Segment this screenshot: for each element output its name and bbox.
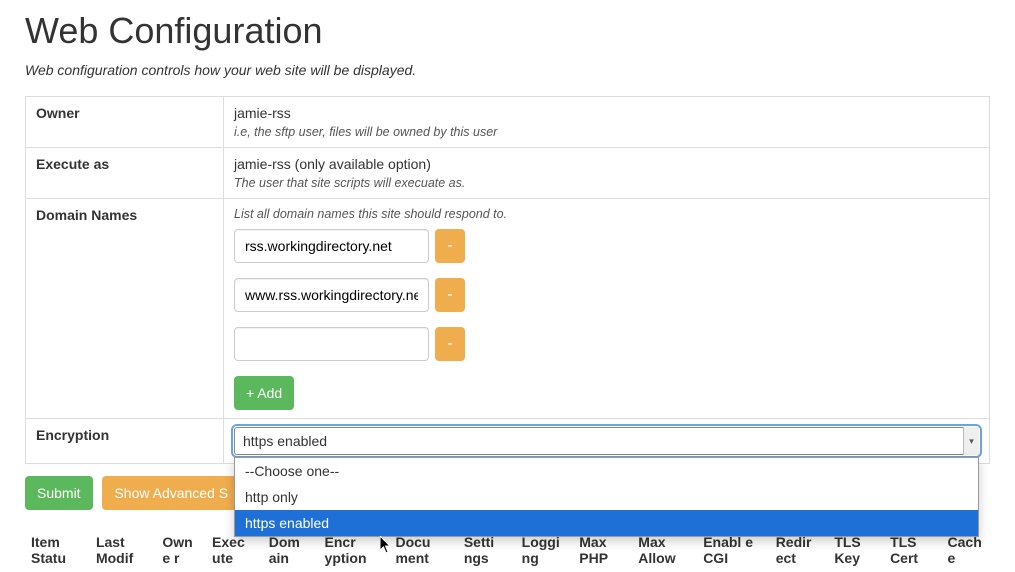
encryption-dropdown: --Choose one-- http only https enabled xyxy=(234,457,979,537)
column-header-2: Owne r xyxy=(156,528,206,572)
encryption-select[interactable]: https enabled ▾ xyxy=(234,427,979,455)
add-domain-button[interactable]: + Add xyxy=(234,376,294,410)
show-advanced-button[interactable]: Show Advanced S xyxy=(102,476,240,510)
domain-input-1[interactable] xyxy=(234,278,429,312)
encryption-option-choose[interactable]: --Choose one-- xyxy=(235,458,978,484)
column-header-1: Last Modif xyxy=(90,528,156,572)
encryption-cell: https enabled ▾ --Choose one-- http only… xyxy=(224,419,990,464)
execute-as-cell: jamie-rss (only available option) The us… xyxy=(224,148,990,199)
encryption-label: Encryption xyxy=(26,419,224,464)
encryption-option-http-only[interactable]: http only xyxy=(235,484,978,510)
column-header-0: Item Statu xyxy=(25,528,90,572)
domains-label: Domain Names xyxy=(26,199,224,419)
page-subtitle: Web configuration controls how your web … xyxy=(25,62,990,78)
domain-input-2[interactable] xyxy=(234,327,429,361)
owner-value: jamie-rss xyxy=(234,105,979,121)
domains-cell: List all domain names this site should r… xyxy=(224,199,990,419)
owner-cell: jamie-rss i.e, the sftp user, files will… xyxy=(224,97,990,148)
encryption-selected-value: https enabled xyxy=(243,433,327,449)
remove-domain-button-0[interactable]: - xyxy=(435,229,465,263)
remove-domain-button-2[interactable]: - xyxy=(435,327,465,361)
config-form-table: Owner jamie-rss i.e, the sftp user, file… xyxy=(25,96,990,464)
execute-as-value: jamie-rss (only available option) xyxy=(234,156,979,172)
page-title: Web Configuration xyxy=(25,10,990,52)
owner-hint: i.e, the sftp user, files will be owned … xyxy=(234,125,979,139)
execute-as-label: Execute as xyxy=(26,148,224,199)
owner-label: Owner xyxy=(26,97,224,148)
submit-button[interactable]: Submit xyxy=(25,476,93,510)
chevron-down-icon: ▾ xyxy=(963,427,979,455)
execute-as-hint: The user that site scripts will execuate… xyxy=(234,176,979,190)
domain-input-0[interactable] xyxy=(234,229,429,263)
remove-domain-button-1[interactable]: - xyxy=(435,278,465,312)
encryption-option-https-enabled[interactable]: https enabled xyxy=(235,510,978,536)
domains-hint: List all domain names this site should r… xyxy=(234,207,979,221)
